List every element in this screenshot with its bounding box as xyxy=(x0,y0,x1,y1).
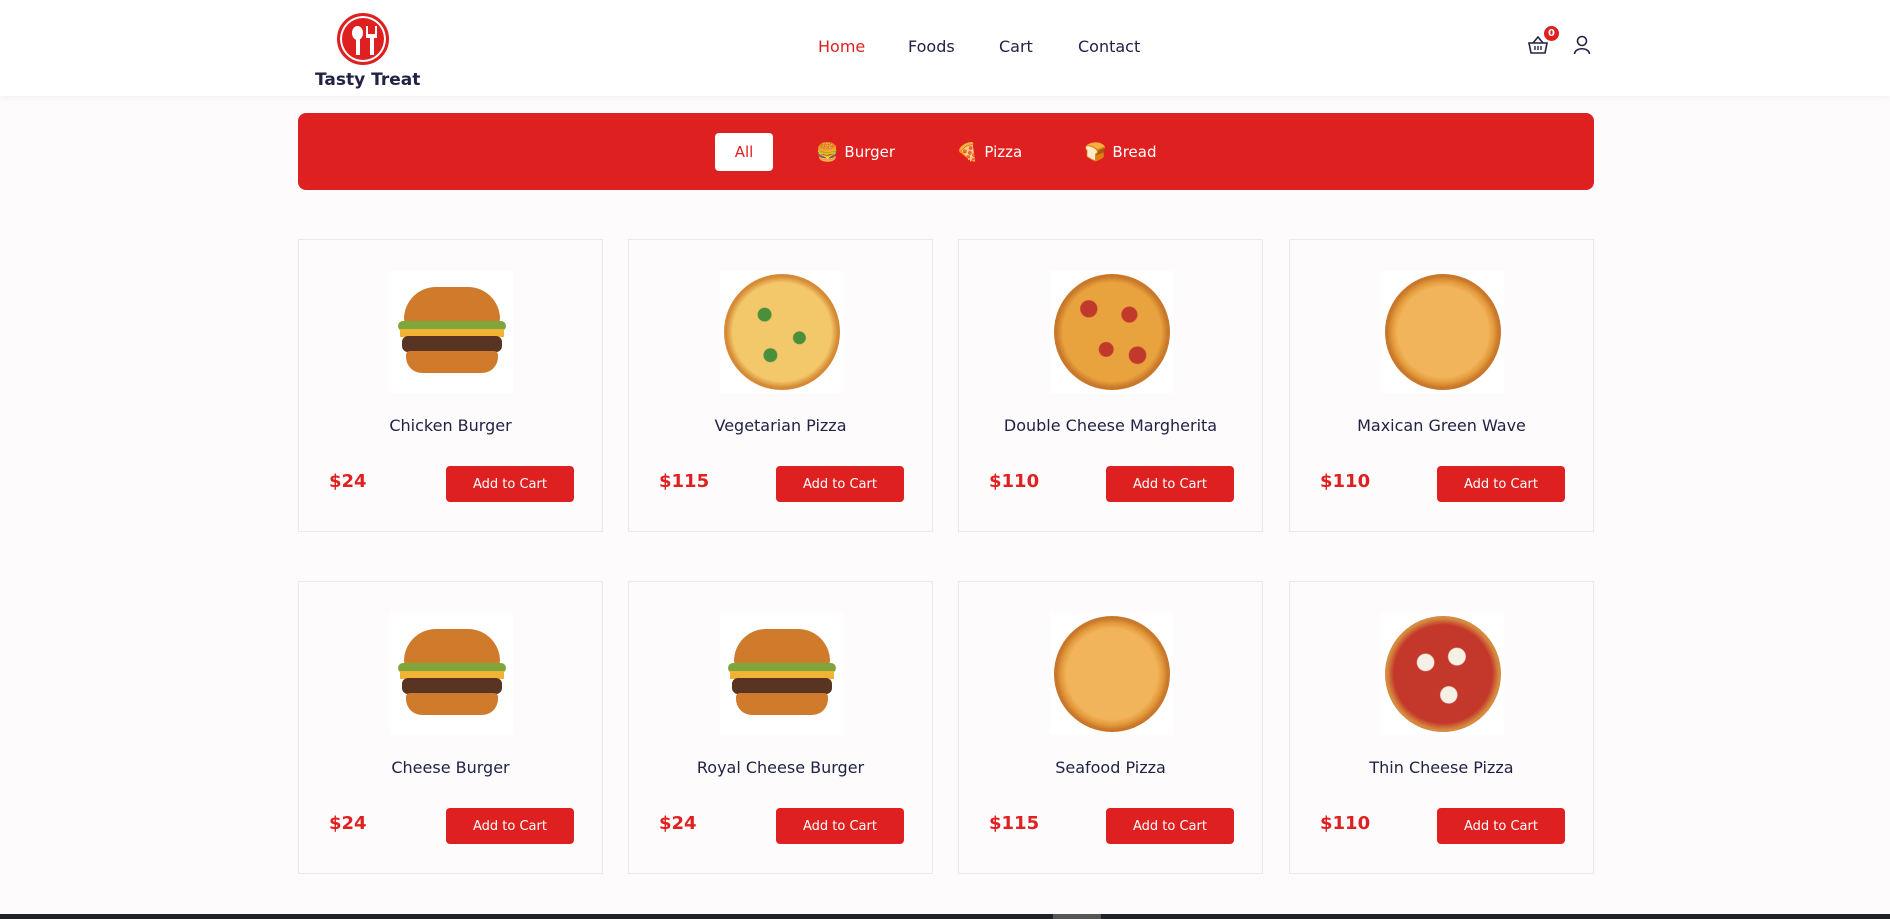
filter-label: Pizza xyxy=(984,143,1023,161)
add-to-cart-button[interactable]: Add to Cart xyxy=(446,808,574,844)
product-image[interactable] xyxy=(1050,613,1173,735)
burger-icon: 🍔 xyxy=(816,141,839,163)
product-card: Royal Cheese Burger $24 Add to Cart xyxy=(628,581,933,874)
header: Tasty Treat Home Foods Cart Contact 0 xyxy=(0,0,1890,96)
product-title[interactable]: Royal Cheese Burger xyxy=(629,758,932,777)
product-price: $110 xyxy=(989,471,1040,492)
product-card: Thin Cheese Pizza $110 Add to Cart xyxy=(1289,581,1594,874)
nav-cart[interactable]: Cart xyxy=(999,37,1033,56)
product-title[interactable]: Double Cheese Margherita xyxy=(959,416,1262,435)
product-price: $115 xyxy=(659,471,710,492)
product-image[interactable] xyxy=(720,271,843,393)
product-title[interactable]: Vegetarian Pizza xyxy=(629,416,932,435)
product-title[interactable]: Chicken Burger xyxy=(299,416,602,435)
add-to-cart-button[interactable]: Add to Cart xyxy=(1437,808,1565,844)
add-to-cart-button[interactable]: Add to Cart xyxy=(776,808,904,844)
shopping-basket-icon[interactable] xyxy=(1528,36,1548,54)
add-to-cart-button[interactable]: Add to Cart xyxy=(1437,466,1565,502)
add-to-cart-button[interactable]: Add to Cart xyxy=(446,466,574,502)
filter-all[interactable]: All xyxy=(715,133,773,171)
spoon-fork-logo-icon xyxy=(337,13,389,65)
cart-count-badge: 0 xyxy=(1544,26,1559,41)
product-price: $24 xyxy=(659,813,697,834)
filter-label: All xyxy=(734,143,754,161)
filter-label: Bread xyxy=(1112,143,1157,161)
product-title[interactable]: Seafood Pizza xyxy=(959,758,1262,777)
product-image[interactable] xyxy=(1381,271,1504,393)
scrollbar-thumb[interactable] xyxy=(1053,914,1101,919)
bread-icon: 🍞 xyxy=(1084,141,1107,163)
nav-foods[interactable]: Foods xyxy=(908,37,955,56)
product-title[interactable]: Thin Cheese Pizza xyxy=(1290,758,1593,777)
filter-burger[interactable]: 🍔 Burger xyxy=(816,133,895,171)
add-to-cart-button[interactable]: Add to Cart xyxy=(1106,808,1234,844)
product-price: $115 xyxy=(989,813,1040,834)
product-image[interactable] xyxy=(1050,271,1173,393)
filter-pizza[interactable]: 🍕 Pizza xyxy=(956,133,1022,171)
add-to-cart-button[interactable]: Add to Cart xyxy=(1106,466,1234,502)
product-image[interactable] xyxy=(390,613,513,735)
logo[interactable]: Tasty Treat xyxy=(315,13,421,90)
product-image[interactable] xyxy=(1381,613,1504,735)
filter-bread[interactable]: 🍞 Bread xyxy=(1084,133,1157,171)
nav-home[interactable]: Home xyxy=(818,37,865,56)
add-to-cart-button[interactable]: Add to Cart xyxy=(776,466,904,502)
category-filter-bar: All 🍔 Burger 🍕 Pizza 🍞 Bread xyxy=(298,113,1594,190)
nav-contact[interactable]: Contact xyxy=(1078,37,1140,56)
pizza-icon: 🍕 xyxy=(956,141,979,163)
product-price: $24 xyxy=(329,471,367,492)
product-card: Maxican Green Wave $110 Add to Cart xyxy=(1289,239,1594,532)
product-title[interactable]: Cheese Burger xyxy=(299,758,602,777)
product-card: Cheese Burger $24 Add to Cart xyxy=(298,581,603,874)
horizontal-scrollbar[interactable] xyxy=(0,914,1890,919)
product-card: Chicken Burger $24 Add to Cart xyxy=(298,239,603,532)
product-price: $110 xyxy=(1320,813,1371,834)
user-icon[interactable] xyxy=(1573,35,1591,55)
brand-name: Tasty Treat xyxy=(315,70,421,90)
filter-label: Burger xyxy=(844,143,896,161)
product-card: Seafood Pizza $115 Add to Cart xyxy=(958,581,1263,874)
product-image[interactable] xyxy=(390,271,513,393)
product-card: Double Cheese Margherita $110 Add to Cart xyxy=(958,239,1263,532)
product-price: $110 xyxy=(1320,471,1371,492)
product-image[interactable] xyxy=(720,613,843,735)
product-card: Vegetarian Pizza $115 Add to Cart xyxy=(628,239,933,532)
product-price: $24 xyxy=(329,813,367,834)
product-title[interactable]: Maxican Green Wave xyxy=(1290,416,1593,435)
